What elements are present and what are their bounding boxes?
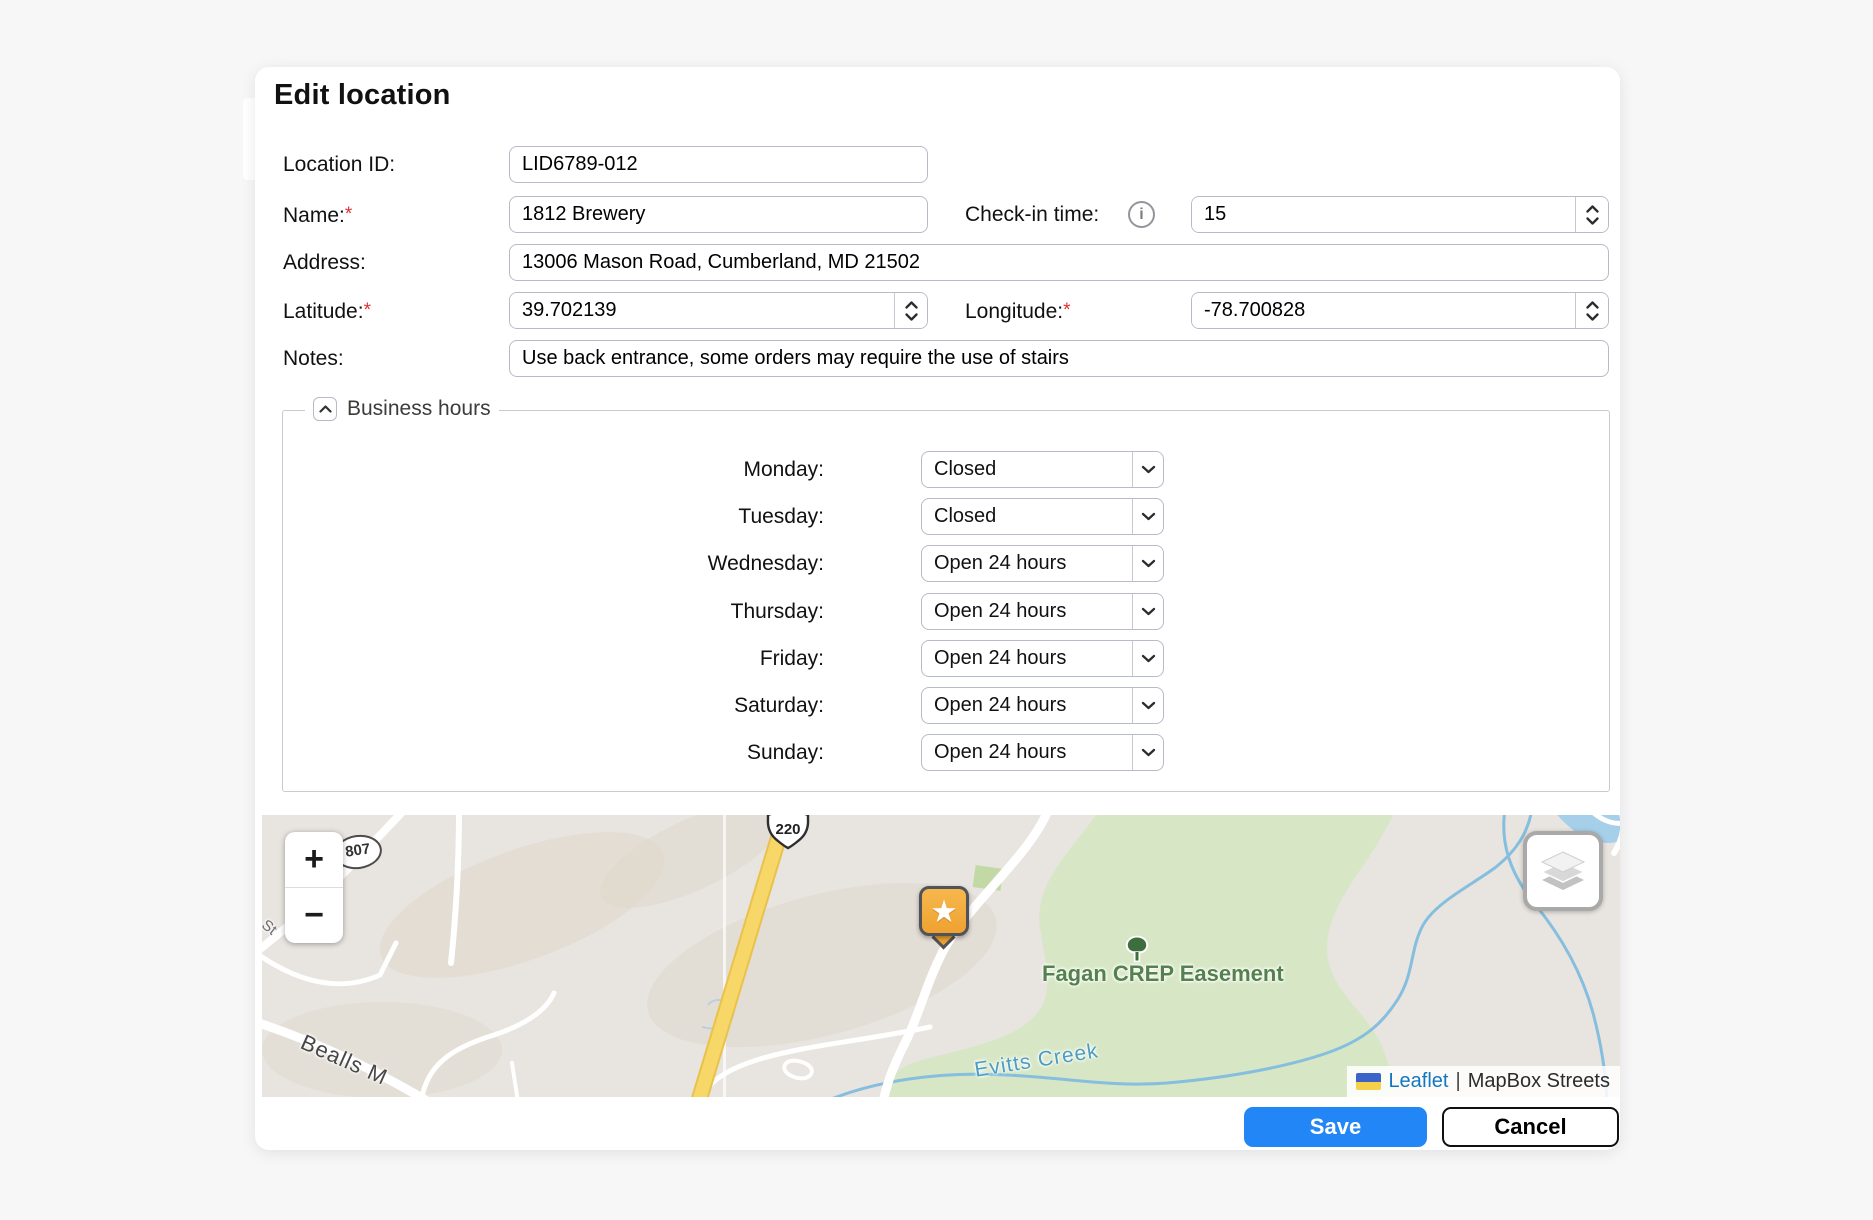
business-hours-legend: Business hours <box>305 397 499 421</box>
required-asterisk: * <box>345 204 352 225</box>
longitude-input[interactable] <box>1192 293 1575 328</box>
business-hours-fieldset: Business hours Monday: Closed Tuesday: C… <box>282 410 1610 792</box>
zoom-out-button[interactable]: − <box>285 888 343 943</box>
saturday-label: Saturday: <box>524 687 824 724</box>
stepper-down-icon <box>1586 313 1599 321</box>
longitude-field <box>1191 292 1609 329</box>
chevron-down-icon <box>1132 641 1163 676</box>
save-button[interactable]: Save <box>1244 1107 1427 1147</box>
minus-icon: − <box>304 896 324 935</box>
ukraine-flag-icon <box>1356 1073 1381 1090</box>
layers-icon <box>1539 849 1587 893</box>
map-layers-button[interactable] <box>1523 831 1603 911</box>
stepper-up-icon <box>1586 301 1599 309</box>
check-in-time-label: Check-in time: <box>965 196 1099 233</box>
attribution-provider: MapBox Streets <box>1468 1070 1610 1093</box>
dialog-title: Edit location <box>274 79 451 112</box>
thursday-label: Thursday: <box>524 593 824 630</box>
attribution-separator: | <box>1456 1070 1461 1093</box>
check-in-time-field <box>1191 196 1609 233</box>
monday-label: Monday: <box>524 451 824 488</box>
park-label: Fagan CREP Easement <box>1042 961 1284 987</box>
required-asterisk: * <box>1063 300 1070 321</box>
location-marker[interactable]: ★ <box>919 886 969 936</box>
cancel-button[interactable]: Cancel <box>1442 1107 1619 1147</box>
stepper-up-icon <box>1586 205 1599 213</box>
location-map[interactable]: 807 220 St Bealls M Evitts Creek Fagan C… <box>262 815 1620 1097</box>
notes-input[interactable] <box>509 340 1609 377</box>
wednesday-label: Wednesday: <box>524 545 824 582</box>
sunday-label: Sunday: <box>524 734 824 771</box>
friday-select[interactable]: Open 24 hours <box>921 640 1164 677</box>
notes-label: Notes: <box>283 340 344 377</box>
check-in-stepper[interactable] <box>1575 197 1608 232</box>
business-hours-title: Business hours <box>347 397 491 421</box>
name-label: Name:* <box>283 196 352 234</box>
edit-location-dialog: Edit location Location ID: Name:* Check-… <box>255 67 1620 1150</box>
check-in-time-input[interactable] <box>1192 197 1575 232</box>
zoom-in-button[interactable]: + <box>285 832 343 887</box>
chevron-down-icon <box>1132 499 1163 534</box>
tuesday-select[interactable]: Closed <box>921 498 1164 535</box>
info-icon[interactable]: i <box>1128 201 1155 228</box>
star-marker-icon: ★ <box>930 896 958 927</box>
plus-icon: + <box>304 840 324 879</box>
map-zoom-control: + − <box>285 832 343 943</box>
latitude-input[interactable] <box>510 293 894 328</box>
map-tiles <box>262 815 1620 1097</box>
sunday-select[interactable]: Open 24 hours <box>921 734 1164 771</box>
stepper-down-icon <box>905 313 918 321</box>
chevron-down-icon <box>1132 688 1163 723</box>
latitude-field <box>509 292 928 329</box>
stepper-down-icon <box>1586 217 1599 225</box>
address-label: Address: <box>283 244 366 281</box>
map-attribution: Leaflet | MapBox Streets <box>1347 1066 1620 1097</box>
chevron-down-icon <box>1132 735 1163 770</box>
route-shield-220: 220 <box>763 815 813 850</box>
latitude-stepper[interactable] <box>894 293 927 328</box>
thursday-select[interactable]: Open 24 hours <box>921 593 1164 630</box>
tree-icon <box>1122 934 1152 969</box>
chevron-down-icon <box>1132 594 1163 629</box>
location-id-input[interactable] <box>509 146 928 183</box>
chevron-up-icon <box>319 405 332 413</box>
longitude-label: Longitude:* <box>965 292 1071 330</box>
stepper-up-icon <box>905 301 918 309</box>
latitude-label: Latitude:* <box>283 292 371 330</box>
address-input[interactable] <box>509 244 1609 281</box>
collapse-button[interactable] <box>313 397 337 421</box>
page-background: Edit location Location ID: Name:* Check-… <box>0 0 1873 1220</box>
monday-select[interactable]: Closed <box>921 451 1164 488</box>
friday-label: Friday: <box>524 640 824 677</box>
chevron-down-icon <box>1132 546 1163 581</box>
required-asterisk: * <box>364 300 371 321</box>
location-id-label: Location ID: <box>283 146 395 183</box>
longitude-stepper[interactable] <box>1575 293 1608 328</box>
leaflet-link[interactable]: Leaflet <box>1388 1070 1448 1093</box>
wednesday-select[interactable]: Open 24 hours <box>921 545 1164 582</box>
name-input[interactable] <box>509 196 928 233</box>
chevron-down-icon <box>1132 452 1163 487</box>
saturday-select[interactable]: Open 24 hours <box>921 687 1164 724</box>
tuesday-label: Tuesday: <box>524 498 824 535</box>
